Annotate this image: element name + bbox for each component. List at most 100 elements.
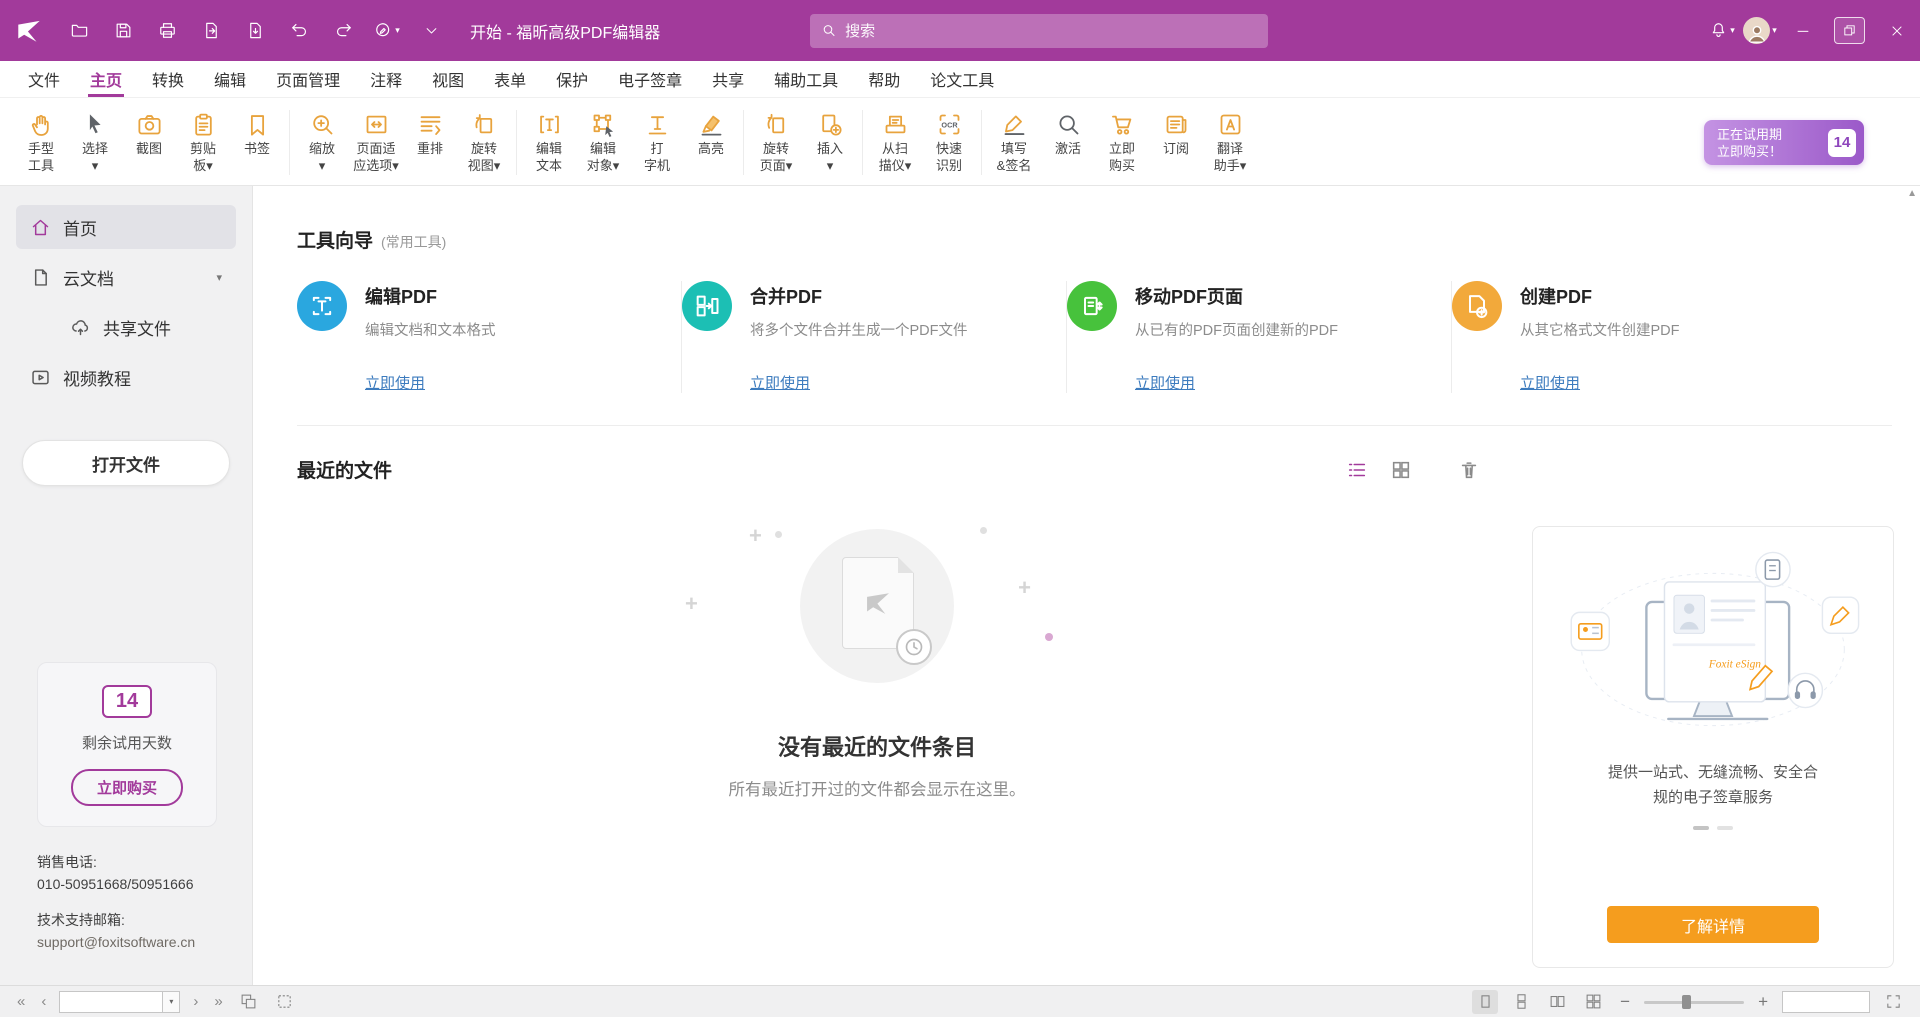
ribbon-fit-page-options[interactable]: 页面适 应选项▾ [349,106,403,176]
zoom-in-button[interactable]: + [1754,992,1772,1012]
zoom-slider[interactable] [1644,995,1744,1009]
fullscreen-button[interactable] [1880,990,1906,1014]
ribbon-bookmark[interactable]: 书签 [230,106,284,159]
ribbon-reflow[interactable]: 重排 [403,106,457,159]
print-button[interactable] [148,11,186,51]
page-dropdown-button[interactable]: ▾ [163,991,180,1013]
first-page-button[interactable]: « [14,993,28,1010]
esign-promo-card: Foxit eSign [1532,526,1894,968]
prev-page-button[interactable]: ‹ [38,993,49,1010]
use-now-link[interactable]: 立即使用 [365,372,425,393]
single-page-view-button[interactable] [1472,990,1498,1014]
menu-item-convert[interactable]: 转换 [140,61,196,97]
trial-period-badge[interactable]: 正在试用期 立即购买！ 14 [1704,120,1864,165]
menu-item-paper-tools[interactable]: 论文工具 [918,61,1006,97]
menu-item-page-manage[interactable]: 页面管理 [264,61,352,97]
close-button[interactable] [1873,0,1920,61]
minimize-button[interactable] [1779,0,1826,61]
redo-button[interactable] [324,11,362,51]
ribbon-highlight[interactable]: 高亮 [684,106,738,159]
open-folder-button[interactable] [60,11,98,51]
grid-view-button[interactable] [1390,459,1412,481]
support-email-link[interactable]: support@foxitsoftware.cn [37,931,232,953]
menu-item-esign[interactable]: 电子签章 [606,61,694,97]
select-area-button[interactable] [272,990,298,1014]
open-file-button[interactable]: 打开文件 [22,440,230,486]
menu-item-form[interactable]: 表单 [482,61,538,97]
ribbon-zoom[interactable]: 缩放 ▾ [295,106,349,176]
search-input[interactable] [845,23,1256,40]
trial-days-label: 剩余试用天数 [82,732,172,753]
ribbon-label: 对象▾ [587,157,620,174]
ribbon-edit-object[interactable]: 编辑 对象▾ [576,106,630,176]
list-view-button[interactable] [1346,459,1368,481]
last-page-button[interactable]: » [211,993,225,1010]
ribbon-typewriter[interactable]: 打 字机 [630,106,684,176]
snapshot-tool-button[interactable] [236,990,262,1014]
menu-item-file[interactable]: 文件 [16,61,72,97]
two-page-view-button[interactable] [1544,990,1570,1014]
buy-now-button[interactable]: 立即购买 [71,769,183,806]
zoom-slider-thumb[interactable] [1682,995,1691,1009]
clipboard-icon [190,108,217,140]
save-button[interactable] [104,11,142,51]
menu-item-share[interactable]: 共享 [700,61,756,97]
use-now-link[interactable]: 立即使用 [750,372,810,393]
sidebar-item-cloud-docs[interactable]: 云文档 ▾ [16,255,236,299]
ribbon-buy-now[interactable]: 立即 购买 [1095,106,1149,176]
two-page-continuous-view-button[interactable] [1580,990,1606,1014]
ribbon-screenshot[interactable]: 截图 [122,106,176,159]
undo-button[interactable] [280,11,318,51]
scrollbar-up-arrow[interactable]: ▲ [1907,188,1917,199]
sidebar-item-label: 视频教程 [63,365,131,390]
continuous-view-button[interactable] [1508,990,1534,1014]
ribbon-quick-ocr[interactable]: OCR 快速 识别 [922,106,976,176]
ribbon-translate-assistant[interactable]: 翻译 助手▾ [1203,106,1257,176]
menu-item-protect[interactable]: 保护 [544,61,600,97]
carousel-dot[interactable] [1717,826,1733,830]
ribbon-hand-tool[interactable]: 手型 工具 [14,106,68,176]
notifications-bell-button[interactable]: ▾ [1703,11,1741,51]
search-box[interactable] [810,14,1268,48]
export-pdf-button[interactable] [192,11,230,51]
menu-item-help[interactable]: 帮助 [856,61,912,97]
use-now-link[interactable]: 立即使用 [1520,372,1580,393]
menu-item-accessibility[interactable]: 辅助工具 [762,61,850,97]
learn-more-button[interactable]: 了解详情 [1607,906,1819,943]
ribbon-fill-sign[interactable]: 填写 &签名 [987,106,1041,176]
sidebar-item-video-tutorials[interactable]: 视频教程 [16,355,236,399]
clear-recent-button[interactable] [1458,459,1480,481]
ribbon-rotate-pages[interactable]: 旋转 页面▾ [749,106,803,176]
ribbon-clipboard[interactable]: 剪贴 板▾ [176,106,230,176]
ribbon-insert[interactable]: 插入 ▾ [803,106,857,176]
menu-item-home[interactable]: 主页 [78,61,134,97]
account-avatar-button[interactable]: ▾ [1741,11,1779,51]
ribbon-label: &签名 [997,157,1032,174]
fill-sign-icon [1001,108,1028,140]
ribbon-from-scanner[interactable]: 从扫 描仪▾ [868,106,922,176]
ribbon-activate[interactable]: 激活 [1041,106,1095,159]
ribbon-collapse-button[interactable] [412,11,450,51]
ribbon-select[interactable]: 选择 ▾ [68,106,122,176]
sidebar-item-home[interactable]: 首页 [16,205,236,249]
use-now-link[interactable]: 立即使用 [1135,372,1195,393]
zoom-level-input[interactable] [1782,991,1870,1013]
share-document-button[interactable] [236,11,274,51]
menu-item-edit[interactable]: 编辑 [202,61,258,97]
menu-item-comment[interactable]: 注释 [358,61,414,97]
page-number-input[interactable] [59,991,163,1013]
dot-decoration [1045,633,1053,641]
ribbon-label: 重排 [417,140,443,157]
ribbon-rotate-view[interactable]: 旋转 视图▾ [457,106,511,176]
ribbon-subscribe[interactable]: 订阅 [1149,106,1203,159]
next-page-button[interactable]: › [190,993,201,1010]
sign-protect-button[interactable]: ▾ [368,11,406,51]
zoom-out-button[interactable]: − [1616,992,1634,1012]
menu-item-view[interactable]: 视图 [420,61,476,97]
recent-files-title: 最近的文件 [297,456,392,483]
chevron-down-icon[interactable]: ▾ [216,271,222,284]
carousel-dot-active[interactable] [1693,826,1709,830]
restore-button[interactable] [1826,0,1873,61]
ribbon-edit-text[interactable]: 编辑 文本 [522,106,576,176]
sidebar-item-shared-files[interactable]: 共享文件 [56,305,236,349]
